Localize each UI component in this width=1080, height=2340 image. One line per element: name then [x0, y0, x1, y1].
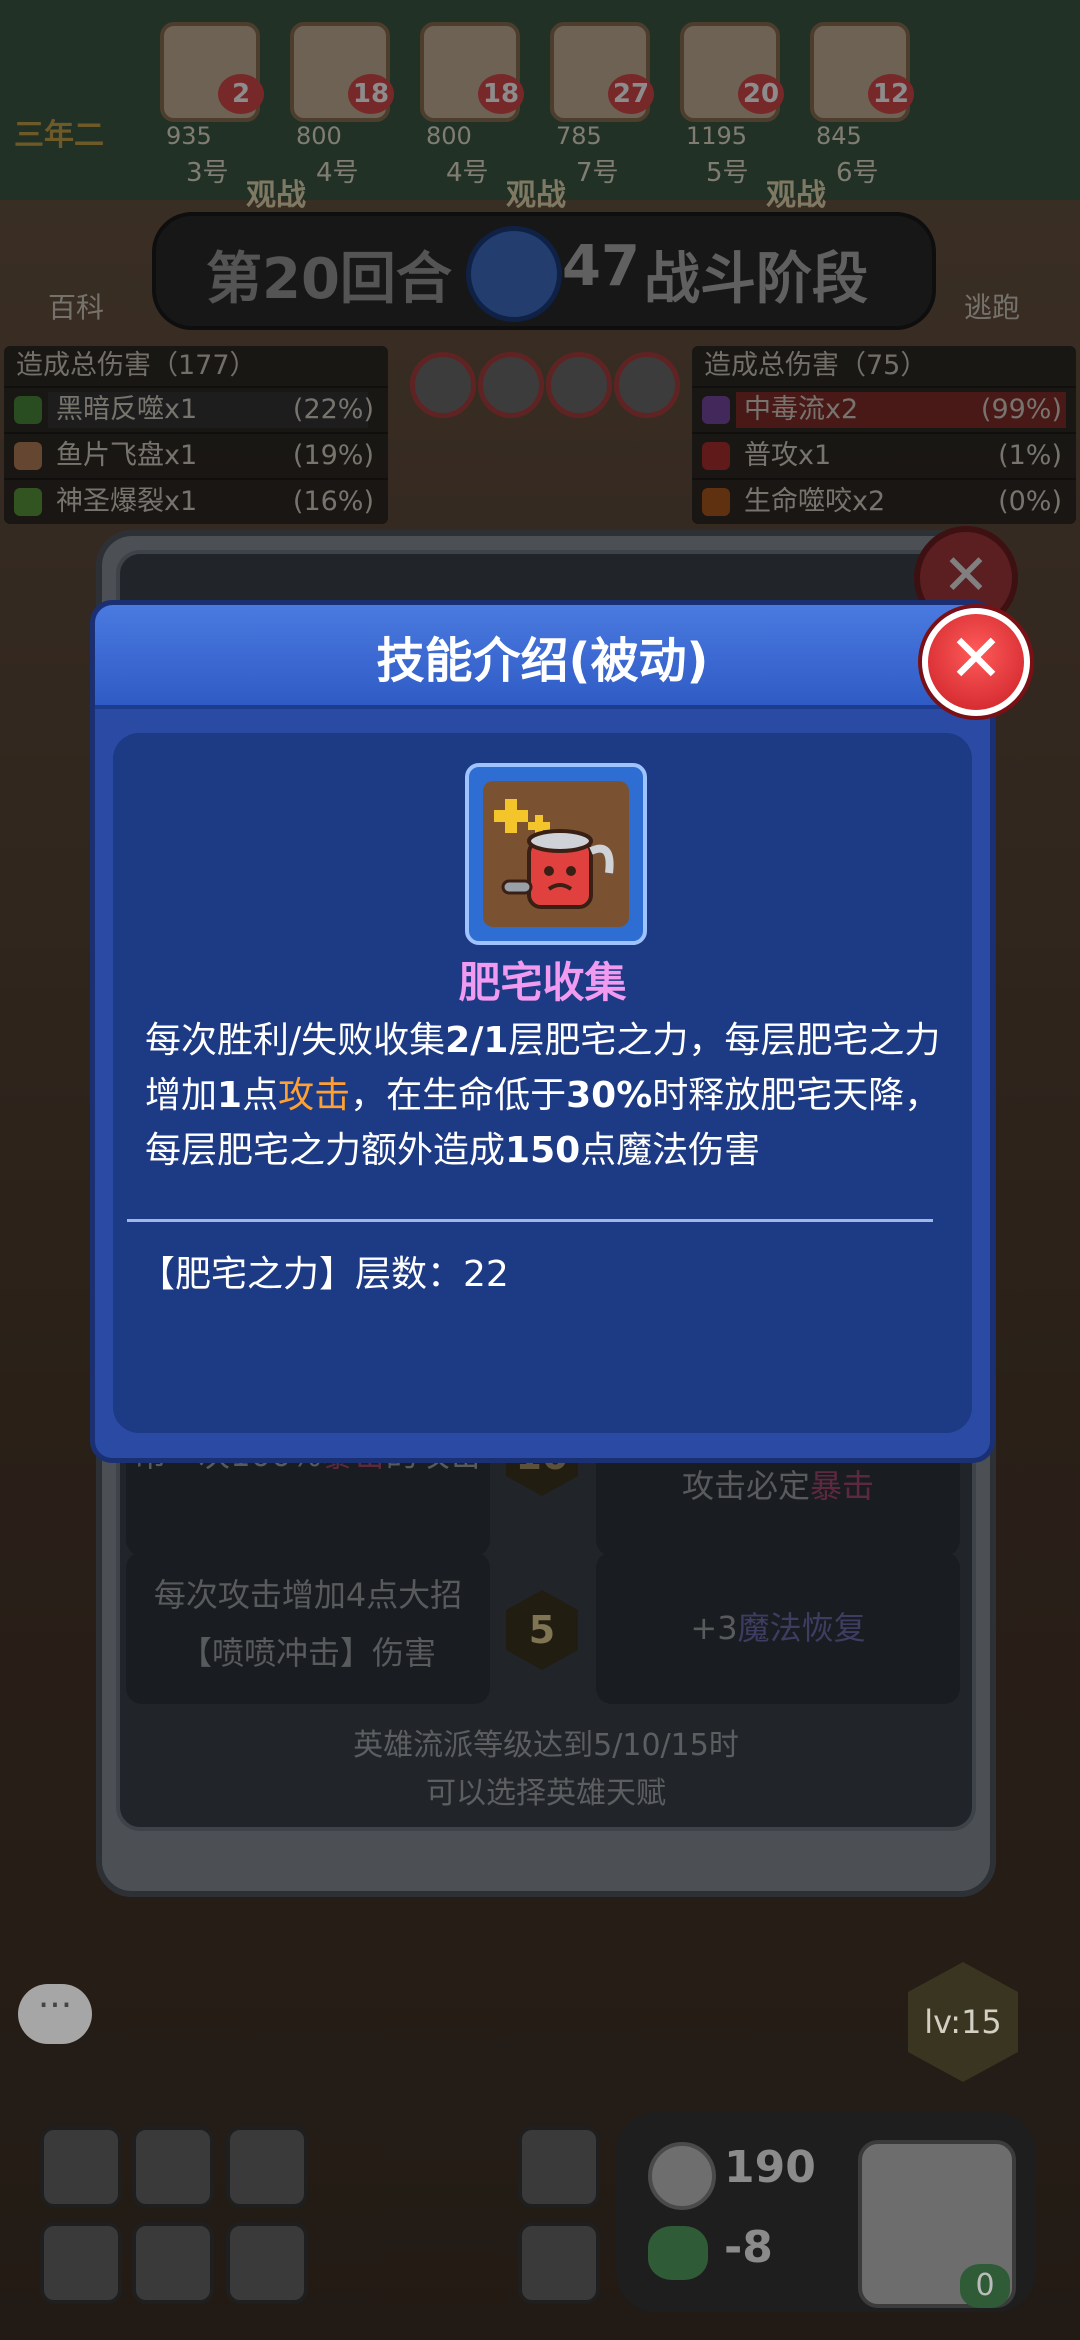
- hp-value: -8: [724, 2222, 773, 2273]
- coin-count: 190: [724, 2142, 816, 2193]
- broken-heart-icon: [648, 2226, 708, 2280]
- soda-can-icon: [483, 781, 629, 927]
- item-slot-icon[interactable]: [132, 2222, 214, 2304]
- skill-intro-modal: 技能介绍(被动) 肥宅收集 每次胜利/失败收集2/1层肥宅之力，每层肥宅之力增加…: [90, 600, 995, 1463]
- desc-attack-keyword: 攻击: [278, 1075, 351, 1116]
- skill-icon-frame: [465, 763, 647, 945]
- divider: [127, 1219, 933, 1222]
- desc-number: 30%: [566, 1075, 653, 1116]
- chat-button[interactable]: ···: [18, 1984, 92, 2044]
- desc-text: 每次胜利/失败收集: [145, 1020, 446, 1061]
- modal-body: 肥宅收集 每次胜利/失败收集2/1层肥宅之力，每层肥宅之力增加1点攻击，在生命低…: [113, 733, 972, 1433]
- desc-number: 2/1: [445, 1020, 509, 1061]
- item-slot-icon[interactable]: [226, 2222, 308, 2304]
- item-slot-icon[interactable]: [40, 2222, 122, 2304]
- coin-slot-icon[interactable]: [132, 2126, 214, 2208]
- skill-name: 肥宅收集: [458, 958, 627, 1007]
- skill-description: 每次胜利/失败收集2/1层肥宅之力，每层肥宅之力增加1点攻击，在生命低于30%时…: [145, 1013, 945, 1178]
- hero-count: 0: [960, 2264, 1010, 2308]
- desc-number: 150: [505, 1130, 581, 1171]
- desc-number: 1: [217, 1075, 243, 1116]
- hourglass-icon[interactable]: [40, 2126, 122, 2208]
- modal-header: 技能介绍(被动): [95, 605, 990, 709]
- coin-icon: [648, 2142, 716, 2210]
- skill-slot-icon[interactable]: [518, 2222, 600, 2304]
- item-slot-icon[interactable]: [226, 2126, 308, 2208]
- desc-text: ，在生命低于: [350, 1075, 567, 1116]
- desc-text: 点魔法伤害: [580, 1130, 761, 1171]
- layer-count: 【肥宅之力】层数：22: [139, 1254, 509, 1295]
- close-button[interactable]: ✕: [922, 608, 1030, 716]
- skill-slot-icon[interactable]: [518, 2126, 600, 2208]
- modal-title: 技能介绍(被动): [376, 633, 709, 689]
- desc-text: 点: [242, 1075, 279, 1116]
